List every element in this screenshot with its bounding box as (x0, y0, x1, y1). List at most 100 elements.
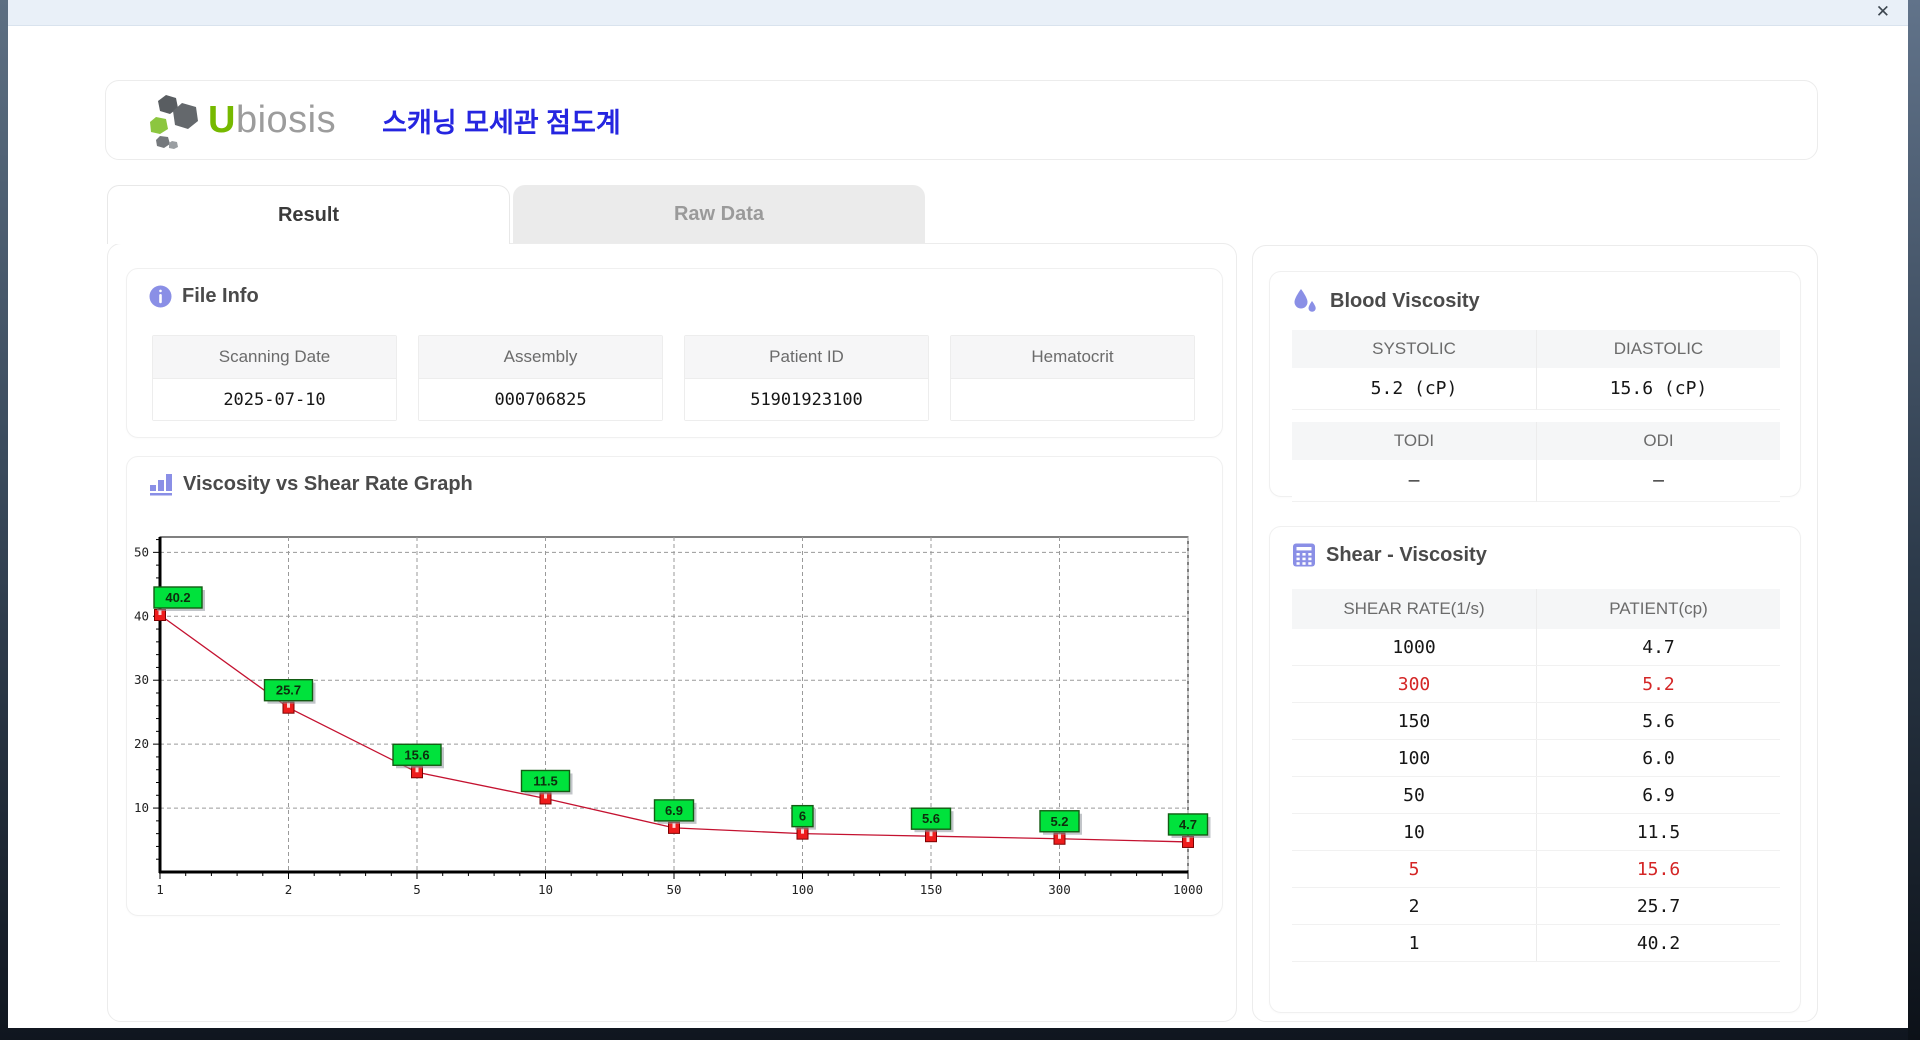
sv-patient-cell: 4.7 (1536, 629, 1780, 665)
sv-patient-cell: 5.2 (1536, 666, 1780, 702)
sv-data-row: 300 5.2 (1292, 666, 1780, 703)
field-value: 51901923100 (685, 378, 928, 420)
blood-viscosity-table: SYSTOLIC DIASTOLIC 5.2 (cP) 15.6 (cP) TODI OD… (1292, 330, 1780, 502)
bv-value-cell: – (1292, 460, 1536, 502)
svg-text:25.7: 25.7 (276, 683, 301, 698)
sv-shear-cell: 1000 (1392, 636, 1436, 658)
bv-value-row: 5.2 (cP) 15.6 (cP) (1292, 368, 1780, 410)
bv-value-row: – – (1292, 460, 1780, 502)
field-value: 000706825 (419, 378, 662, 420)
sv-data-row: 10 11.5 (1292, 814, 1780, 851)
header-card: Ubiosis 스캐닝 모세관 점도계 (105, 80, 1818, 160)
sv-data-row: 50 6.9 (1292, 777, 1780, 814)
sv-shear-cell: 300 (1397, 673, 1431, 695)
bv-header-cell: SYSTOLIC (1292, 330, 1536, 368)
tab-raw-data[interactable]: Raw Data (513, 185, 925, 244)
bv-header-cell: DIASTOLIC (1536, 330, 1780, 368)
blood-viscosity-title: Blood Viscosity (1330, 289, 1480, 312)
svg-text:10: 10 (538, 882, 553, 897)
desktop-edge (1908, 0, 1920, 1040)
file-info-fields: Scanning Date 2025-07-10 Assembly 0007068… (152, 335, 1195, 421)
shear-viscosity-table: SHEAR RATE(1/s) PATIENT(cp) 1000 4.7 300 5.… (1292, 589, 1780, 962)
app-window: Ubiosis 스캐닝 모세관 점도계 Result Raw Data File… (8, 26, 1908, 1028)
file-info-field: Patient ID 51901923100 (684, 335, 929, 421)
svg-text:1: 1 (156, 882, 164, 897)
sv-data-row: 150 5.6 (1292, 703, 1780, 740)
sv-data-row: 5 15.6 (1292, 851, 1780, 888)
sv-data-row: 100 6.0 (1292, 740, 1780, 777)
field-label: Patient ID (685, 336, 928, 378)
svg-text:50: 50 (666, 882, 681, 897)
svg-text:100: 100 (791, 882, 814, 897)
svg-text:6: 6 (799, 809, 806, 824)
sv-shear-cell: 10 (1403, 821, 1425, 843)
bv-header-row: TODI ODI (1292, 422, 1780, 460)
sv-patient-cell: 15.6 (1536, 851, 1780, 887)
sv-shear-cell: 150 (1397, 710, 1431, 732)
shear-viscosity-title: Shear - Viscosity (1326, 543, 1487, 566)
summary-panel: Blood Viscosity SYSTOLIC DIASTOLIC 5.2 (cP… (1252, 245, 1818, 1022)
bv-value-cell: – (1536, 460, 1780, 502)
svg-text:15.6: 15.6 (404, 747, 429, 762)
sv-header-row: SHEAR RATE(1/s) PATIENT(cp) (1292, 589, 1780, 629)
info-icon (149, 285, 172, 308)
sv-shear-cell: 5 (1408, 858, 1420, 880)
sv-shear-cell: 2 (1408, 895, 1420, 917)
sv-shear-cell: 50 (1403, 784, 1425, 806)
viscosity-shear-plot: 10 20 30 40 50 1 2 5 10 50 100 150 300 1000 40.2 25.7 15… (134, 536, 1211, 897)
sv-header-cell: SHEAR RATE(1/s) (1343, 599, 1485, 618)
sv-data-row: 2 25.7 (1292, 888, 1780, 925)
bar-chart-icon (149, 473, 173, 496)
file-info-field: Hematocrit (950, 335, 1195, 421)
svg-text:20: 20 (134, 736, 149, 751)
calculator-icon (1292, 543, 1316, 567)
sv-patient-cell: 6.9 (1536, 777, 1780, 813)
svg-text:1000: 1000 (1173, 882, 1203, 897)
blood-drops-icon (1292, 288, 1320, 314)
sv-patient-cell: 25.7 (1536, 888, 1780, 924)
viscosity-chart: 10 20 30 40 50 1 2 5 10 50 100 150 300 1000 40.2 25.7 15… (127, 509, 1224, 922)
sv-shear-cell: 100 (1397, 747, 1431, 769)
svg-text:40: 40 (134, 608, 149, 623)
tab-result[interactable]: Result (107, 185, 510, 244)
sv-patient-cell: 6.0 (1536, 740, 1780, 776)
svg-text:11.5: 11.5 (533, 773, 558, 788)
window-titlebar: ✕ (8, 0, 1908, 26)
bv-header-cell: TODI (1292, 422, 1536, 460)
svg-text:4.7: 4.7 (1179, 817, 1197, 832)
svg-text:300: 300 (1048, 882, 1071, 897)
field-value: 2025-07-10 (153, 378, 396, 420)
bv-value-cell: 15.6 (cP) (1536, 368, 1780, 410)
field-label: Scanning Date (153, 336, 396, 378)
field-label: Hematocrit (951, 336, 1194, 378)
svg-text:2: 2 (285, 882, 293, 897)
sv-patient-cell: 11.5 (1536, 814, 1780, 850)
sv-patient-cell: 40.2 (1536, 925, 1780, 961)
file-info-card: File Info Scanning Date 2025-07-10 Assemb… (126, 268, 1223, 438)
desktop-background: ✕ Ubiosis 스캐닝 모세관 점도계 Result Raw Data Fi… (0, 0, 1920, 1040)
svg-text:5.2: 5.2 (1050, 814, 1068, 829)
field-label: Assembly (419, 336, 662, 378)
svg-text:150: 150 (920, 882, 943, 897)
svg-text:5.6: 5.6 (922, 811, 940, 826)
sv-data-row: 1 40.2 (1292, 925, 1780, 962)
file-info-field: Scanning Date 2025-07-10 (152, 335, 397, 421)
svg-text:10: 10 (134, 800, 149, 815)
sv-data-row: 1000 4.7 (1292, 629, 1780, 666)
bv-header-row: SYSTOLIC DIASTOLIC (1292, 330, 1780, 368)
window-close-icon[interactable]: ✕ (1876, 2, 1890, 22)
bv-value-cell: 5.2 (cP) (1292, 368, 1536, 410)
app-title: 스캐닝 모세관 점도계 (382, 107, 621, 138)
result-panel: File Info Scanning Date 2025-07-10 Assemb… (107, 243, 1237, 1022)
field-value (951, 378, 1194, 420)
graph-card: Viscosity vs Shear Rate Graph 10 20 30 40 50… (126, 456, 1223, 916)
ubiosis-logo: Ubiosis (148, 91, 336, 149)
sv-shear-cell: 1 (1408, 932, 1420, 954)
graph-title: Viscosity vs Shear Rate Graph (183, 473, 473, 495)
logo-text: Ubiosis (208, 98, 337, 141)
svg-text:40.2: 40.2 (165, 590, 190, 605)
svg-text:5: 5 (413, 882, 421, 897)
bv-header-cell: ODI (1536, 422, 1780, 460)
sv-header-cell: PATIENT(cp) (1536, 589, 1780, 629)
shear-viscosity-card: Shear - Viscosity SHEAR RATE(1/s) PATIENT… (1269, 526, 1801, 1013)
